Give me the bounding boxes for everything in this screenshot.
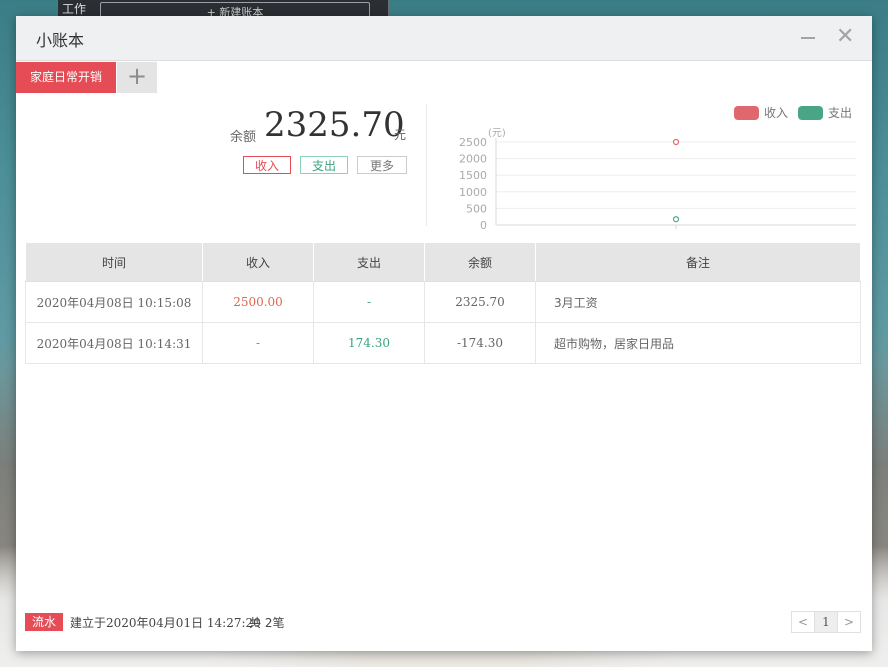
data-point [672, 216, 680, 223]
close-icon[interactable]: ✕ [836, 26, 854, 48]
legend-swatch [798, 106, 823, 120]
y-tick-label: 2000 [459, 153, 487, 166]
y-tick-label: 1500 [459, 169, 487, 182]
add-expense-button[interactable]: 支出 [300, 156, 348, 174]
app-window: 小账本 ✕ 家庭日常开销 + 余额 2325.70 元 收入 支出 更多 (元)… [16, 16, 872, 651]
cell-balance: 2325.70 [424, 281, 536, 323]
window-title: 小账本 [36, 31, 85, 50]
legend-label: 支出 [828, 106, 852, 120]
add-tab-button[interactable]: + [117, 62, 157, 93]
record-count: 共 2笔 [249, 616, 285, 630]
footer-bar: 流水 建立于2020年04月01日 14:27:20 共 2笔 < 1 > [25, 609, 861, 633]
cell-time: 2020年04月08日 10:15:08 [25, 281, 203, 323]
table-row[interactable]: 2020年04月08日 10:14:31 - 174.30 -174.30 超市… [25, 322, 861, 364]
prev-page-button[interactable]: < [791, 611, 815, 633]
cell-income: - [202, 322, 314, 364]
y-tick-label: 500 [466, 202, 487, 215]
tab-family-daily[interactable]: 家庭日常开销 [16, 62, 116, 93]
cell-time: 2020年04月08日 10:14:31 [25, 322, 203, 364]
legend-label: 收入 [764, 106, 788, 120]
header-balance: 余额 [424, 242, 536, 282]
title-bar: 小账本 ✕ [16, 16, 872, 61]
balance-unit: 元 [394, 128, 407, 142]
header-time: 时间 [25, 242, 203, 282]
cell-expense: - [313, 281, 425, 323]
header-income: 收入 [202, 242, 314, 282]
pagination: < 1 > [791, 611, 861, 633]
header-note: 备注 [535, 242, 861, 282]
cell-note: 3月工资 [535, 281, 861, 323]
book-tabs: 家庭日常开销 + [16, 61, 872, 93]
data-point [672, 138, 680, 146]
cell-income: 2500.00 [202, 281, 314, 323]
balance-label: 余额 [230, 130, 257, 145]
transactions-table: 时间 收入 支出 余额 备注 2020年04月08日 10:15:08 2500… [25, 242, 861, 364]
background-window-tab: 工作 [62, 2, 87, 16]
more-button[interactable]: 更多 [357, 156, 407, 174]
minimize-icon[interactable] [800, 28, 816, 48]
y-unit-label: (元) [488, 128, 506, 139]
income-expense-chart: (元)0500100015002000250004/08收入支出 [459, 106, 856, 230]
flow-badge: 流水 [25, 613, 64, 631]
page-1-button[interactable]: 1 [814, 611, 838, 633]
y-tick-label: 0 [480, 219, 487, 230]
table-row[interactable]: 2020年04月08日 10:15:08 2500.00 - 2325.70 3… [25, 281, 861, 323]
cell-expense: 174.30 [313, 322, 425, 364]
balance-value: 2325.70 [264, 105, 405, 145]
cell-note: 超市购物，居家日用品 [535, 322, 861, 364]
cell-balance: -174.30 [424, 322, 536, 364]
y-tick-label: 1000 [459, 186, 487, 199]
legend-swatch [734, 106, 759, 120]
created-time: 建立于2020年04月01日 14:27:20 [70, 616, 261, 630]
table-header-row: 时间 收入 支出 余额 备注 [25, 242, 861, 282]
divider [426, 104, 427, 226]
balance-summary: 余额 2325.70 元 收入 支出 更多 [16, 104, 426, 240]
header-expense: 支出 [313, 242, 425, 282]
next-page-button[interactable]: > [837, 611, 861, 633]
y-tick-label: 2500 [459, 136, 487, 149]
add-income-button[interactable]: 收入 [243, 156, 291, 174]
